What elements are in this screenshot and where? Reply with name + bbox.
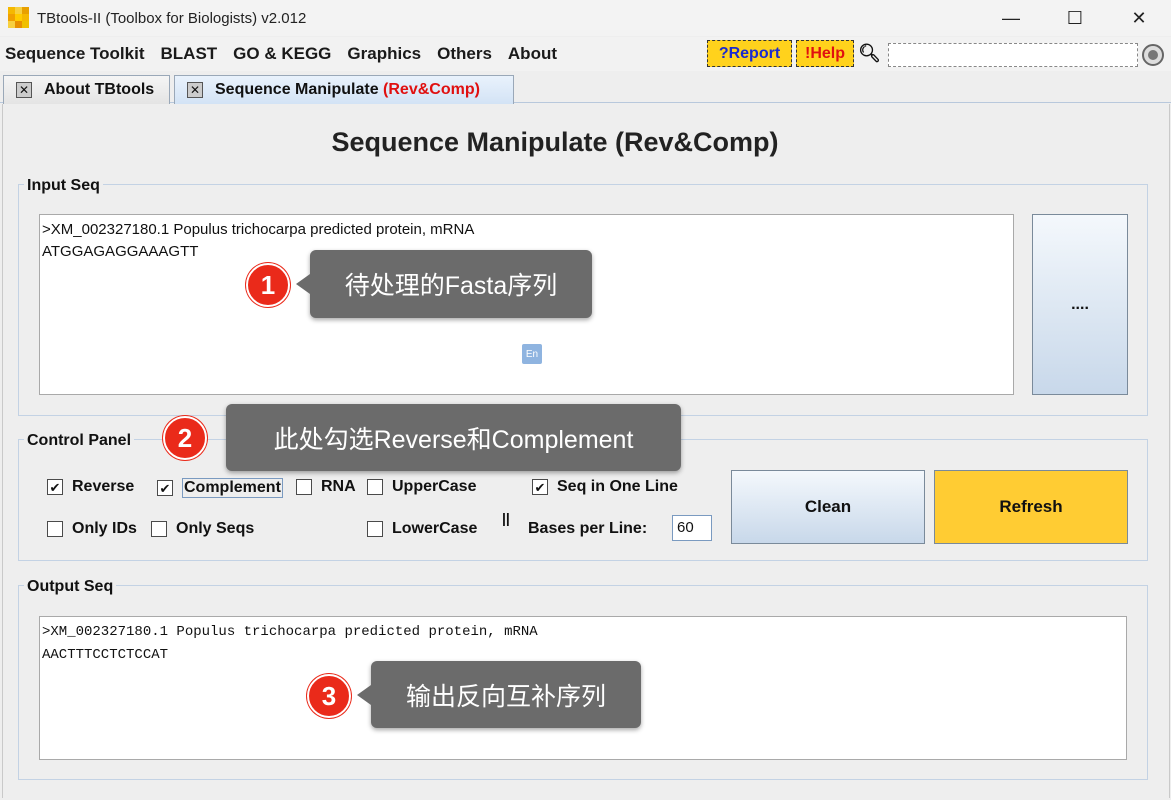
checkbox-checked-icon: ✔ [532, 479, 548, 495]
tab-close-icon[interactable]: ✕ [16, 82, 32, 98]
window-title: TBtools-II (Toolbox for Biologists) v2.0… [37, 9, 307, 27]
annotation-number-1: 1 [246, 263, 290, 307]
checkbox-checked-icon: ✔ [157, 480, 173, 496]
search-icon: 🔍︎ [858, 43, 881, 63]
lowercase-checkbox[interactable]: LowerCase [367, 520, 477, 538]
report-button[interactable]: ?Report [707, 40, 792, 67]
tab-label: Sequence Manipulate [215, 81, 384, 98]
bases-per-line-input[interactable]: 60 [672, 515, 712, 541]
ime-icon: En [522, 344, 542, 364]
checkbox-empty-icon [296, 479, 312, 495]
seq-in-one-line-checkbox[interactable]: ✔ Seq in One Line [532, 478, 678, 496]
bases-per-line-label: Bases per Line: [528, 520, 648, 537]
menu-blast[interactable]: BLAST [153, 44, 226, 64]
maximize-button[interactable]: ☐ [1043, 0, 1107, 36]
annotation-number-3: 3 [307, 674, 351, 718]
input-seq-header: >XM_002327180.1 Populus trichocarpa pred… [42, 221, 475, 238]
menu-others[interactable]: Others [429, 44, 500, 64]
page-title: Sequence Manipulate (Rev&Comp) [331, 127, 779, 157]
browse-file-button[interactable]: .... [1032, 214, 1128, 395]
tab-label: About TBtools [44, 81, 155, 98]
tab-close-icon[interactable]: ✕ [187, 82, 203, 98]
search-input[interactable] [888, 43, 1138, 67]
checkbox-checked-icon: ✔ [47, 479, 63, 495]
menu-sequence-toolkit[interactable]: Sequence Toolkit [0, 44, 153, 64]
menu-go-kegg[interactable]: GO & KEGG [225, 44, 339, 64]
tab-bar: ✕ About TBtools ✕ Sequence Manipulate (R… [0, 73, 1171, 104]
clean-button[interactable]: Clean [731, 470, 925, 544]
menu-bar: Sequence Toolkit BLAST GO & KEGG Graphic… [0, 37, 1171, 71]
checkbox-empty-icon [367, 521, 383, 537]
help-button[interactable]: !Help [796, 40, 854, 67]
output-seq-label: Output Seq [24, 578, 117, 596]
app-logo-icon [8, 7, 30, 29]
tab-label-suffix: (Rev&Comp) [383, 81, 480, 98]
annotation-callout-3: 输出反向互补序列 [357, 661, 641, 728]
complement-checkbox[interactable]: ✔ Complement [157, 478, 283, 498]
annotation-callout-1: 待处理的Fasta序列 [296, 250, 592, 318]
tab-about-tbtools[interactable]: ✕ About TBtools [3, 75, 170, 104]
only-seqs-checkbox[interactable]: Only Seqs [151, 520, 254, 538]
reverse-checkbox[interactable]: ✔ Reverse [47, 478, 134, 496]
rna-checkbox[interactable]: RNA [296, 478, 356, 496]
output-seq-header: >XM_002327180.1 Populus trichocarpa pred… [42, 624, 538, 640]
uppercase-checkbox[interactable]: UpperCase [367, 478, 476, 496]
annotation-callout-2: 此处勾选Reverse和Complement [226, 404, 681, 471]
tab-sequence-manipulate[interactable]: ✕ Sequence Manipulate (Rev&Comp) [174, 75, 514, 104]
checkbox-empty-icon [151, 521, 167, 537]
annotation-number-2: 2 [163, 416, 207, 460]
control-panel-label: Control Panel [24, 432, 135, 450]
close-window-button[interactable]: ✕ [1107, 0, 1171, 36]
menu-about[interactable]: About [500, 44, 565, 64]
only-ids-checkbox[interactable]: Only IDs [47, 520, 137, 538]
minimize-button[interactable]: — [979, 0, 1043, 36]
checkbox-empty-icon [47, 521, 63, 537]
separator: || [502, 510, 510, 526]
input-seq-label: Input Seq [24, 177, 103, 195]
search-go-icon[interactable] [1142, 44, 1164, 66]
checkbox-empty-icon [367, 479, 383, 495]
title-bar: TBtools-II (Toolbox for Biologists) v2.0… [0, 0, 1171, 36]
menu-graphics[interactable]: Graphics [339, 44, 429, 64]
refresh-button[interactable]: Refresh [934, 470, 1128, 544]
